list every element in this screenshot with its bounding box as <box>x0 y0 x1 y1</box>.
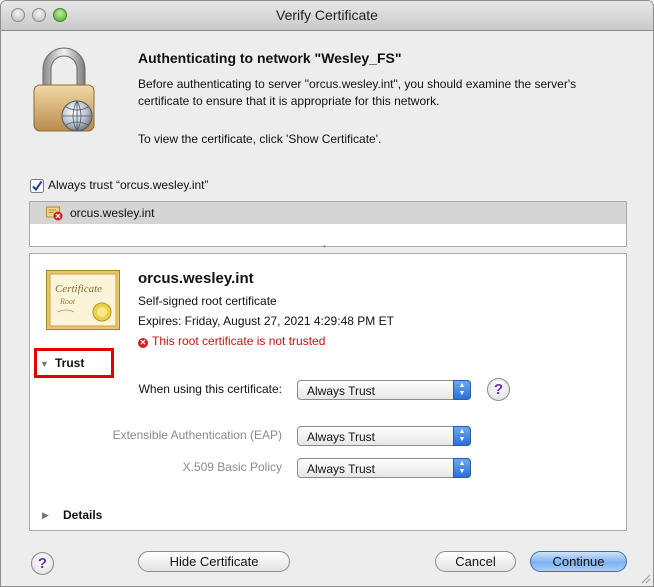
popup-arrows-icon: ▲ ▼ <box>453 458 471 478</box>
certificate-detail-panel: Certificate Root orcus.wesley.int Self-s… <box>29 253 627 531</box>
eap-popup[interactable]: Always Trust ▲ ▼ <box>297 426 471 446</box>
list-item[interactable]: orcus.wesley.int <box>30 202 626 224</box>
always-trust-label[interactable]: Always trust “orcus.wesley.int” <box>48 178 208 192</box>
certificate-expiry: Expires: Friday, August 27, 2021 4:29:48… <box>138 314 394 328</box>
certificate-error-icon <box>46 206 63 221</box>
title-bar[interactable]: Verify Certificate <box>1 1 653 31</box>
dialog-instruction: To view the certificate, click 'Show Cer… <box>138 132 382 146</box>
verify-certificate-window: Verify Certificate Authenticating to net… <box>0 0 654 587</box>
splitter-handle[interactable]: • <box>29 243 627 251</box>
certificate-icon: Certificate Root <box>46 270 120 330</box>
hide-certificate-button[interactable]: Hide Certificate <box>138 551 290 572</box>
dialog-description: Before authenticating to server "orcus.w… <box>138 77 577 108</box>
cancel-button[interactable]: Cancel <box>435 551 516 572</box>
trust-section-toggle[interactable]: Trust <box>55 356 84 370</box>
eap-value: Always Trust <box>307 430 376 444</box>
continue-button[interactable]: Continue <box>530 551 627 572</box>
trust-disclosure-icon[interactable]: ▼ <box>40 359 49 369</box>
certificate-type: Self-signed root certificate <box>138 294 277 308</box>
details-section-toggle[interactable]: Details <box>63 508 102 522</box>
trust-warning-text: This root certificate is not trusted <box>152 334 326 348</box>
splitter-grip-icon: • <box>323 242 326 251</box>
when-using-label: When using this certificate: <box>138 382 282 396</box>
help-button[interactable]: ? <box>31 552 54 575</box>
dialog-heading: Authenticating to network "Wesley_FS" <box>138 50 402 66</box>
svg-text:Certificate: Certificate <box>55 283 102 295</box>
eap-label: Extensible Authentication (EAP) <box>112 428 282 442</box>
window-title: Verify Certificate <box>276 7 378 23</box>
svg-text:Root: Root <box>59 297 76 306</box>
x509-value: Always Trust <box>307 462 376 476</box>
popup-arrows-icon: ▲ ▼ <box>453 380 471 400</box>
popup-arrows-icon: ▲ ▼ <box>453 426 471 446</box>
certificate-list[interactable]: orcus.wesley.int <box>29 201 627 247</box>
when-using-value: Always Trust <box>307 384 376 398</box>
certificate-name: orcus.wesley.int <box>138 270 254 287</box>
list-item-label: orcus.wesley.int <box>70 206 155 220</box>
trust-help-button[interactable]: ? <box>487 378 510 401</box>
x509-popup[interactable]: Always Trust ▲ ▼ <box>297 458 471 478</box>
details-disclosure-icon[interactable]: ▶ <box>42 510 49 521</box>
trust-warning: ✕ This root certificate is not trusted <box>138 334 325 348</box>
always-trust-checkbox[interactable] <box>30 179 44 193</box>
lock-icon <box>33 47 95 132</box>
error-x-icon: ✕ <box>138 338 148 348</box>
resize-grip-icon[interactable] <box>639 572 651 584</box>
when-using-popup[interactable]: Always Trust ▲ ▼ <box>297 380 471 400</box>
x509-label: X.509 Basic Policy <box>182 460 282 474</box>
